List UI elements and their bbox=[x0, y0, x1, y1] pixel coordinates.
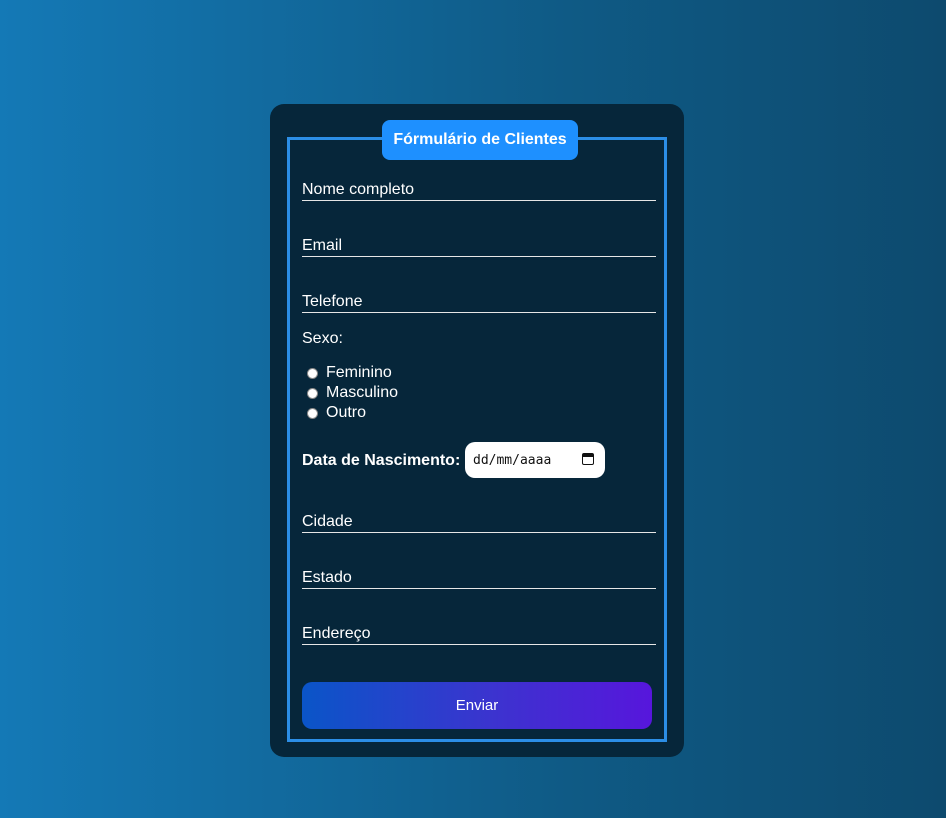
endereco-input[interactable] bbox=[302, 623, 656, 644]
nascimento-label: Data de Nascimento: bbox=[302, 452, 461, 469]
radio-feminino-label: Feminino bbox=[326, 364, 392, 381]
radio-circle-icon[interactable] bbox=[307, 407, 318, 419]
cidade-input[interactable] bbox=[302, 511, 656, 532]
radio-circle-icon[interactable] bbox=[307, 387, 318, 399]
nome-input[interactable] bbox=[302, 179, 656, 200]
endereco-field[interactable]: Endereço bbox=[302, 623, 656, 645]
estado-input[interactable] bbox=[302, 567, 656, 588]
radio-circle-icon[interactable] bbox=[307, 367, 318, 379]
email-field[interactable]: Email bbox=[302, 235, 656, 257]
radio-feminino[interactable]: Feminino bbox=[307, 363, 392, 383]
form-card: Fórmulário de Clientes Nome completo Ema… bbox=[270, 104, 684, 757]
radio-masculino[interactable]: Masculino bbox=[307, 383, 398, 403]
sexo-label: Sexo: bbox=[302, 330, 343, 347]
calendar-icon[interactable] bbox=[582, 453, 594, 465]
telefone-field[interactable]: Telefone bbox=[302, 291, 656, 313]
radio-outro-label: Outro bbox=[326, 404, 367, 421]
form-title: Fórmulário de Clientes bbox=[382, 120, 578, 160]
email-input[interactable] bbox=[302, 235, 656, 256]
form-fieldset: Fórmulário de Clientes Nome completo Ema… bbox=[287, 120, 667, 742]
estado-field[interactable]: Estado bbox=[302, 567, 656, 589]
radio-outro[interactable]: Outro bbox=[307, 403, 366, 423]
date-placeholder: dd/mm/aaaa bbox=[473, 452, 552, 468]
nome-field[interactable]: Nome completo bbox=[302, 179, 656, 201]
submit-button[interactable]: Enviar bbox=[302, 682, 652, 729]
telefone-input[interactable] bbox=[302, 291, 656, 312]
cidade-field[interactable]: Cidade bbox=[302, 511, 656, 533]
radio-masculino-label: Masculino bbox=[326, 384, 399, 401]
nascimento-date-input[interactable]: dd/mm/aaaa bbox=[465, 442, 605, 478]
